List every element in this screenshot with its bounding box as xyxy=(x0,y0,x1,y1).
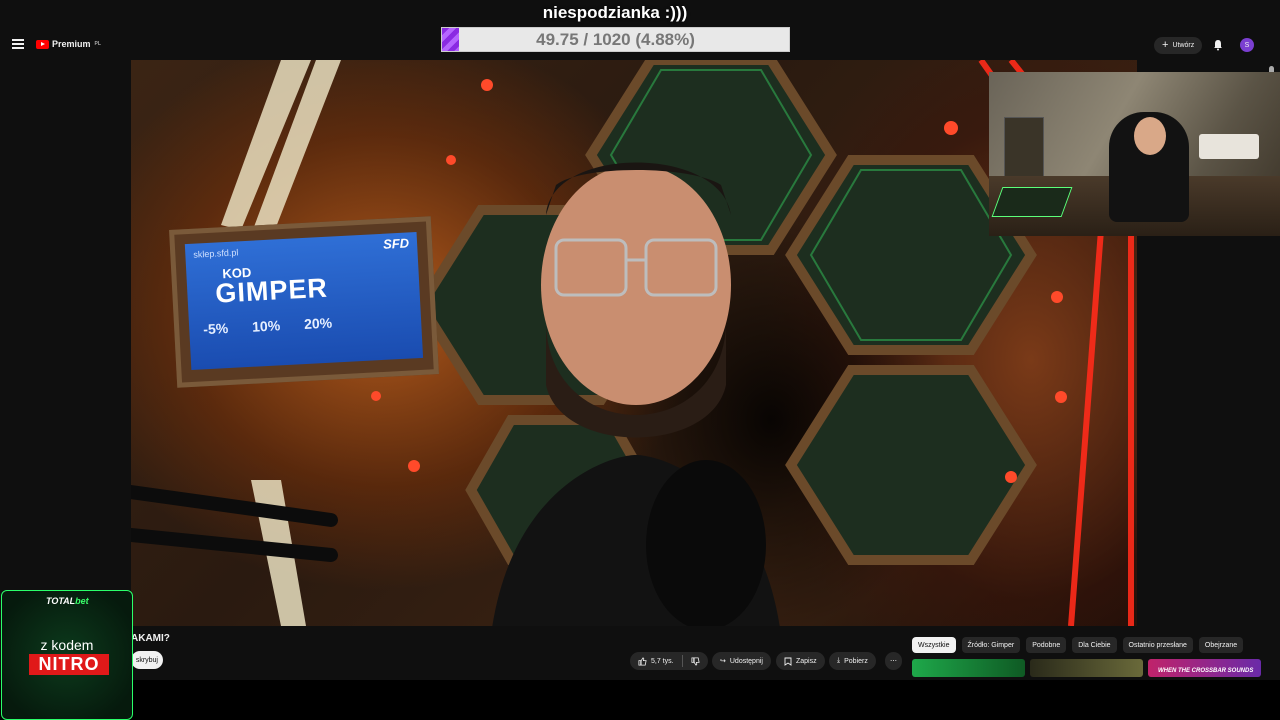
logo-region: PL xyxy=(94,41,101,47)
save-button[interactable]: Zapisz xyxy=(776,652,825,670)
like-button[interactable]: 5,7 tys. xyxy=(630,652,682,670)
thumbnail-3[interactable]: WHEN THE CROSSBAR SOUNDS xyxy=(1148,659,1261,677)
download-label: Pobierz xyxy=(844,657,868,665)
dislike-button[interactable] xyxy=(683,652,708,670)
recommendation-thumbnails: WHEN THE CROSSBAR SOUNDS xyxy=(912,659,1261,677)
save-label: Zapisz xyxy=(796,657,817,665)
promo-sign-url: sklep.sfd.pl xyxy=(193,247,239,260)
sponsor-kod-text: z kodem xyxy=(40,637,94,653)
download-icon: ⤓ xyxy=(837,657,841,664)
screen: Premium PL + Utwórz S sklep.sfd.pl SFD K… xyxy=(0,0,1280,720)
goal-progress-text: 49.75 / 1020 (4.88%) xyxy=(536,30,695,49)
download-action: ⤓ Pobierz xyxy=(829,652,876,670)
chip-recently-uploaded[interactable]: Ostatnio przesłane xyxy=(1122,637,1193,653)
chip-source-gimper[interactable]: Źródło: Gimper xyxy=(961,637,1021,653)
save-action: Zapisz xyxy=(776,652,825,670)
menu-icon[interactable] xyxy=(12,39,24,49)
share-icon: ↪ xyxy=(720,658,726,665)
promo-sign-brand: SFD xyxy=(382,235,410,252)
thumbnail-2[interactable] xyxy=(1030,659,1143,677)
logo-text: Premium xyxy=(52,39,91,49)
discount-3: 20% xyxy=(303,314,333,333)
thumbs-down-icon xyxy=(691,656,700,666)
create-button[interactable]: + Utwórz xyxy=(1154,37,1203,54)
facecam xyxy=(989,72,1280,236)
discount-2: 10% xyxy=(251,317,281,335)
facecam-keyboard xyxy=(991,187,1073,217)
youtube-play-icon xyxy=(36,39,49,49)
facecam-head xyxy=(1134,117,1166,155)
share-action: ↪ Udostępnij xyxy=(712,652,771,670)
sponsor-banner: TOTALbet z kodem NITRO xyxy=(1,590,133,720)
share-button[interactable]: ↪ Udostępnij xyxy=(712,652,771,670)
chip-watched[interactable]: Obejrzane xyxy=(1198,637,1244,653)
sponsor-code: NITRO xyxy=(29,654,109,675)
share-label: Udostępnij xyxy=(729,657,763,665)
subscribe-button[interactable]: skrybuj xyxy=(131,651,163,669)
facecam-air-conditioner xyxy=(1199,134,1259,159)
thumbnail-3-caption: WHEN THE CROSSBAR SOUNDS xyxy=(1158,668,1254,674)
discount-1: -5% xyxy=(202,320,229,338)
video-title: AKAMI? xyxy=(131,633,170,644)
thumbnail-1[interactable] xyxy=(912,659,1025,677)
video-player[interactable]: sklep.sfd.pl SFD KOD GIMPER -5% 10% 20% xyxy=(131,60,1137,626)
bookmark-icon xyxy=(784,657,792,666)
sponsor-brand: TOTALbet xyxy=(46,596,89,606)
download-button[interactable]: ⤓ Pobierz xyxy=(829,652,876,670)
plus-icon: + xyxy=(1162,39,1169,51)
chip-all[interactable]: Wszystkie xyxy=(912,637,956,653)
chip-similar[interactable]: Podobne xyxy=(1026,637,1067,653)
promo-sign: sklep.sfd.pl SFD KOD GIMPER -5% 10% 20% xyxy=(169,216,439,388)
like-count: 5,7 tys. xyxy=(651,657,674,665)
avatar[interactable]: S xyxy=(1240,38,1254,52)
like-dislike-group: 5,7 tys. xyxy=(630,652,708,670)
promo-sign-code: GIMPER xyxy=(214,272,329,309)
promo-sign-screen: sklep.sfd.pl SFD KOD GIMPER -5% 10% 20% xyxy=(184,232,424,370)
bottom-bar xyxy=(0,680,1280,720)
youtube-logo[interactable]: Premium PL xyxy=(36,39,101,49)
create-label: Utwórz xyxy=(1172,42,1195,49)
chip-for-you[interactable]: Dla Ciebie xyxy=(1072,637,1117,653)
goal-progress-bar: 49.75 / 1020 (4.88%) xyxy=(441,27,790,52)
sponsor-brand-suffix: bet xyxy=(75,596,89,606)
thumbs-up-icon xyxy=(638,656,647,666)
sponsor-brand-prefix: TOTAL xyxy=(46,596,76,606)
more-action: ⋯ xyxy=(885,652,902,670)
recommendation-chips: Wszystkie Źródło: Gimper Podobne Dla Cie… xyxy=(912,637,1244,653)
goal-title: niespodzianka :))) xyxy=(542,3,688,22)
more-button[interactable]: ⋯ xyxy=(885,652,902,670)
facecam-shelf xyxy=(1004,117,1044,177)
streamer-figure xyxy=(492,162,780,626)
promo-sign-discounts: -5% 10% 20% xyxy=(203,315,333,338)
bell-icon[interactable] xyxy=(1212,39,1224,51)
